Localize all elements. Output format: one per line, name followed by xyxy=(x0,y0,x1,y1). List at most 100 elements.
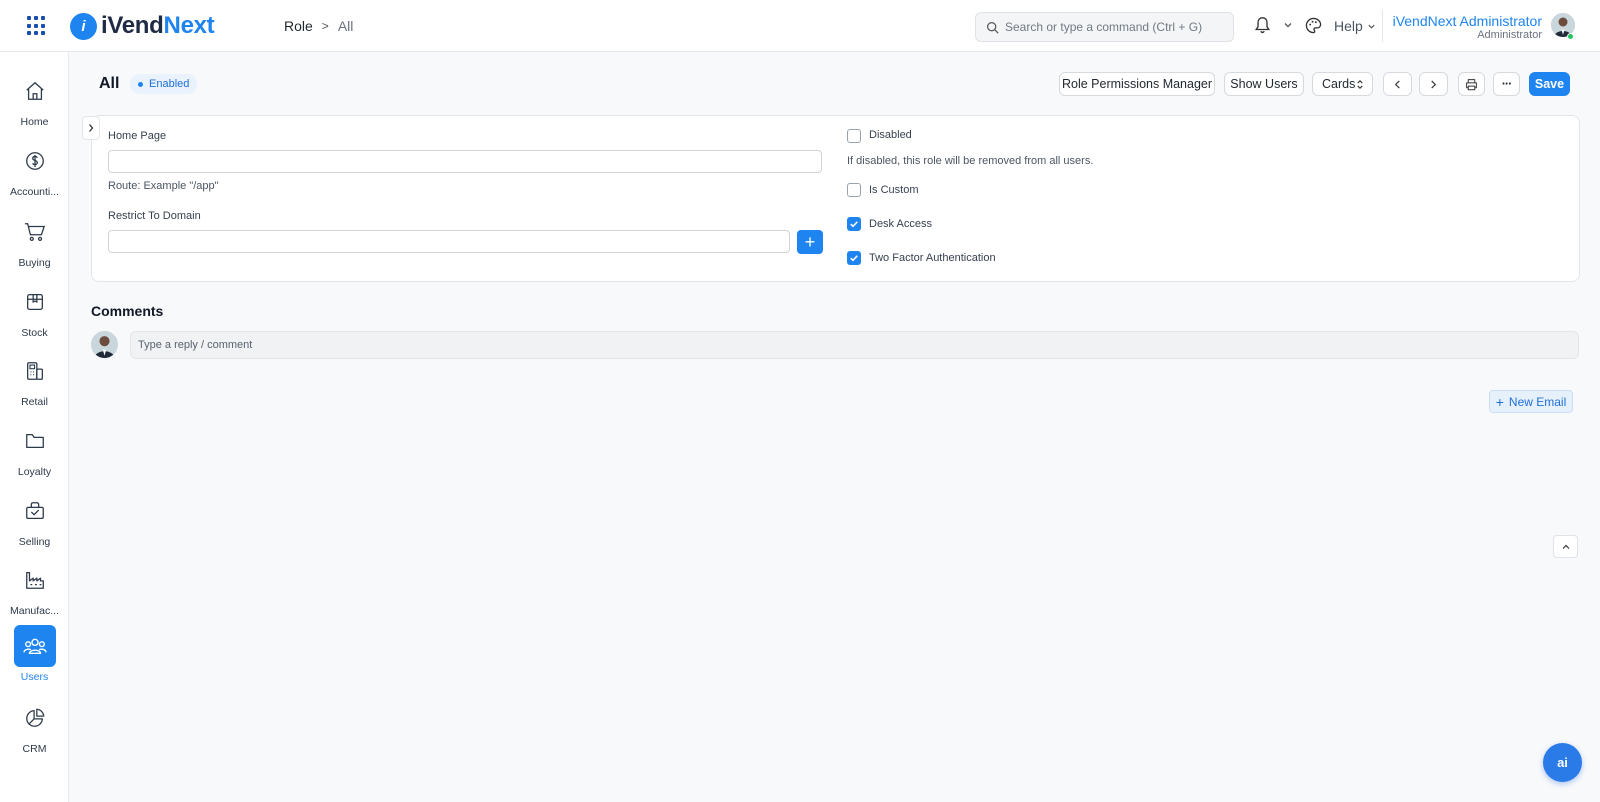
sidebar-item-label: Manufac... xyxy=(9,605,60,617)
checkmark-icon xyxy=(850,221,858,228)
new-email-button[interactable]: + New Email xyxy=(1489,390,1573,413)
logo-mark-icon: i xyxy=(70,12,97,40)
help-label: Help xyxy=(1334,18,1363,34)
sidebar-item-label: Accounti... xyxy=(9,186,60,198)
sidebar: Home Accounti... Buying Stock Retail Loy… xyxy=(0,52,69,802)
sidebar-toggle-button[interactable] xyxy=(82,116,100,140)
sort-updown-icon xyxy=(1357,79,1363,89)
show-users-button[interactable]: Show Users xyxy=(1224,72,1304,96)
comment-user-avatar xyxy=(91,331,118,358)
plus-icon: + xyxy=(1495,393,1504,410)
pos-icon xyxy=(14,350,56,392)
bag-icon xyxy=(14,490,56,532)
sidebar-item-label: Buying xyxy=(18,257,51,269)
status-dot xyxy=(138,81,143,87)
logo-text-part1: iVend xyxy=(101,12,164,39)
disabled-label: Disabled xyxy=(869,129,912,141)
chevron-up-icon xyxy=(1562,544,1569,549)
checkmark-icon xyxy=(850,255,858,262)
restrict-to-domain-label: Restrict To Domain xyxy=(108,210,201,222)
sidebar-item-home[interactable]: Home xyxy=(0,70,69,136)
more-actions-button[interactable]: ··· xyxy=(1493,72,1520,96)
is-custom-label: Is Custom xyxy=(869,184,919,196)
sidebar-item-buying[interactable]: Buying xyxy=(0,211,69,277)
sidebar-item-manufacturing[interactable]: Manufac... xyxy=(0,559,69,625)
desk-access-checkbox[interactable] xyxy=(847,217,861,231)
home-icon xyxy=(14,70,56,112)
search-input[interactable] xyxy=(1005,20,1215,34)
sidebar-item-label: Stock xyxy=(21,327,48,339)
chevron-right-icon xyxy=(1431,79,1437,89)
role-form-card xyxy=(91,115,1580,282)
is-custom-checkbox[interactable] xyxy=(847,183,861,197)
search-bar[interactable] xyxy=(975,12,1234,42)
pie-chart-icon xyxy=(14,697,56,739)
role-permissions-manager-button[interactable]: Role Permissions Manager xyxy=(1059,72,1215,96)
sidebar-item-label: Selling xyxy=(18,536,51,548)
sidebar-item-retail[interactable]: Retail xyxy=(0,350,69,416)
breadcrumb-current: All xyxy=(337,18,354,34)
sidebar-item-accounting[interactable]: Accounti... xyxy=(0,140,69,206)
add-domain-button[interactable]: + xyxy=(797,230,823,254)
restrict-to-domain-input[interactable] xyxy=(108,230,790,253)
disabled-checkbox[interactable] xyxy=(847,129,861,143)
user-name[interactable]: iVendNext Administrator xyxy=(1393,13,1542,29)
logo-text-part2: Next xyxy=(163,12,215,39)
new-email-label: New Email xyxy=(1508,394,1567,409)
sidebar-item-users[interactable]: Users xyxy=(0,625,69,691)
two-factor-authentication-label: Two Factor Authentication xyxy=(869,252,996,264)
chevron-right-icon xyxy=(89,124,94,132)
sidebar-item-label: Retail xyxy=(21,396,48,408)
sidebar-item-crm[interactable]: CRM xyxy=(0,697,69,763)
users-icon xyxy=(13,625,56,667)
desk-access-label: Desk Access xyxy=(869,218,932,230)
logo-text: iVendNext xyxy=(101,12,215,40)
user-role: Administrator xyxy=(1477,29,1542,41)
home-page-label: Home Page xyxy=(108,130,167,142)
ai-assistant-button[interactable]: ai xyxy=(1543,743,1582,782)
status-badge-label: Enabled xyxy=(149,78,190,90)
box-icon xyxy=(14,281,56,323)
apps-grid-icon[interactable] xyxy=(27,16,47,36)
breadcrumb-role-link[interactable]: Role xyxy=(284,18,313,34)
save-button[interactable]: Save xyxy=(1529,72,1570,96)
sidebar-item-loyalty[interactable]: Loyalty xyxy=(0,420,69,486)
two-factor-authentication-checkbox[interactable] xyxy=(847,251,861,265)
help-menu[interactable]: Help xyxy=(1334,18,1376,34)
previous-record-button[interactable] xyxy=(1383,72,1412,96)
page-title: All xyxy=(99,75,120,92)
sidebar-item-label: Home xyxy=(20,116,49,128)
sidebar-item-stock[interactable]: Stock xyxy=(0,281,69,347)
status-badge: Enabled xyxy=(130,74,198,94)
top-navbar: i iVendNext Role > All Help iVendNext Ad… xyxy=(0,0,1600,52)
app-logo[interactable]: i iVendNext xyxy=(70,12,215,40)
home-page-input[interactable] xyxy=(108,150,822,173)
breadcrumb: Role > All xyxy=(284,18,353,34)
online-status-dot xyxy=(1567,33,1574,40)
folder-icon xyxy=(14,420,56,462)
next-record-button[interactable] xyxy=(1419,72,1448,96)
view-select[interactable]: Cards xyxy=(1312,72,1373,96)
home-page-help-text: Route: Example "/app" xyxy=(108,180,219,192)
factory-icon xyxy=(14,559,56,601)
search-icon xyxy=(987,21,999,34)
sidebar-item-label: CRM xyxy=(22,743,47,755)
theme-palette-icon[interactable] xyxy=(1305,17,1322,34)
navbar-divider xyxy=(1382,10,1383,42)
notifications-dropdown-chevron-icon[interactable] xyxy=(1283,20,1293,30)
comment-input[interactable]: Type a reply / comment xyxy=(130,331,1579,359)
sidebar-item-label: Loyalty xyxy=(17,466,52,478)
printer-icon xyxy=(1466,78,1477,90)
sidebar-item-label: Users xyxy=(20,671,49,683)
disabled-help-text: If disabled, this role will be removed f… xyxy=(847,155,1094,167)
cart-icon xyxy=(14,211,56,253)
view-select-value: Cards xyxy=(1322,77,1356,91)
breadcrumb-separator: > xyxy=(321,19,329,33)
scroll-to-top-button[interactable] xyxy=(1553,535,1578,558)
comments-heading: Comments xyxy=(91,303,164,319)
dollar-icon xyxy=(14,140,56,182)
chevron-left-icon xyxy=(1394,79,1400,89)
notifications-bell-icon[interactable] xyxy=(1254,16,1271,34)
sidebar-item-selling[interactable]: Selling xyxy=(0,490,69,556)
print-button[interactable] xyxy=(1458,72,1485,96)
